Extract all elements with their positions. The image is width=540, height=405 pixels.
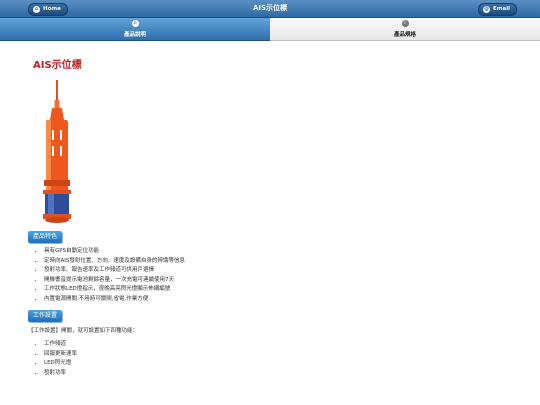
list-item: 工作狀態LED燈指示，夜晚高亮閃光燈顯示佈網編號	[44, 285, 185, 295]
features-heading: 產品特色	[28, 231, 63, 243]
info-icon: i	[401, 20, 409, 27]
window-title: AIS示位標	[252, 4, 288, 12]
tab-product-description[interactable]: ⌂ 產品說明	[0, 18, 270, 41]
home-icon: ⌂	[131, 20, 139, 27]
settings-list: 工作頻道 回報更新速率 LED閃光燈 發射功率	[32, 340, 77, 378]
list-item: 發射功率、報告速率及工作頻道可供用戶選擇	[44, 266, 185, 276]
tab-bar: ⌂ 產品說明 i 產品規格	[0, 18, 540, 41]
list-item: 開機響音提示電池剩餘容量，一次充電可連續使用7天	[44, 276, 185, 286]
tab-label: 產品說明	[123, 32, 146, 38]
email-button-label: Email	[493, 6, 510, 12]
list-item: 內置電源開關,不用時可關閉,省電,作業方便	[44, 295, 185, 305]
list-item: LED閃光燈	[44, 359, 77, 369]
list-item: 具有GPS自動定位功能	[44, 247, 185, 257]
list-item: 發射功率	[44, 369, 77, 379]
tab-label: 產品規格	[393, 32, 416, 38]
email-button[interactable]: @ Email	[478, 3, 517, 16]
top-bar: ⌂ Home AIS示位標 @ Email	[0, 0, 540, 18]
tab-product-specs[interactable]: i 產品規格	[270, 18, 540, 41]
features-list: 具有GPS自動定位功能 定時向AIS發射位置、方向、速度及設備自身的辨識等信息 …	[32, 247, 185, 305]
list-item: 回報更新速率	[44, 350, 77, 360]
settings-heading: 工作設置	[28, 310, 63, 322]
list-item: 定時向AIS發射位置、方向、速度及設備自身的辨識等信息	[44, 257, 185, 267]
ais-beacon-image	[43, 80, 71, 223]
email-icon: @	[483, 6, 490, 13]
list-item: 工作頻道	[44, 340, 77, 350]
page-title: AIS示位標	[33, 60, 82, 71]
settings-intro: 【工作設置】開關，就可設置如下四種功能：	[28, 328, 139, 334]
